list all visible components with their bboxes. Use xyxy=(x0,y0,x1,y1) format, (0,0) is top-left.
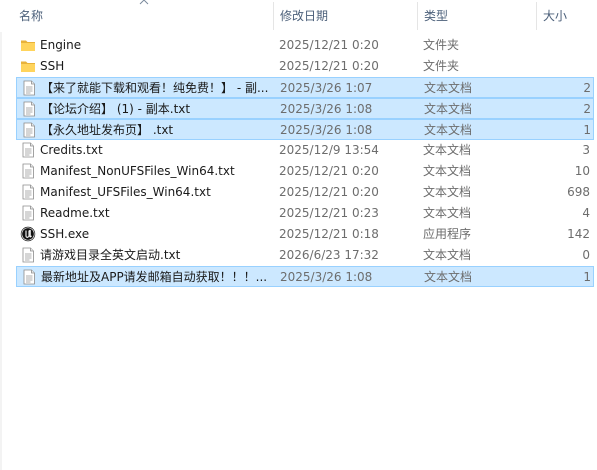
column-header-bar: 名称 修改日期 类型 大小 xyxy=(0,0,597,32)
file-explorer-view: 名称 修改日期 类型 大小 Engine 2025/12/21 0:20 文件夹 SS… xyxy=(0,0,597,470)
column-header-date-modified[interactable]: 修改日期 xyxy=(274,0,417,32)
file-size xyxy=(536,35,590,56)
file-type: 文件夹 xyxy=(423,38,460,52)
file-size: 2 xyxy=(583,81,591,95)
file-name: 最新地址及APP请发邮箱自动获取！！！... xyxy=(41,270,268,284)
file-date-modified: 2025/12/21 0:23 xyxy=(279,206,379,220)
file-date-modified: 2025/12/9 13:54 xyxy=(279,143,379,157)
file-row[interactable]: Manifest_NonUFSFiles_Win64.txt 2025/12/21… xyxy=(16,161,594,182)
file-date-modified: 2025/12/21 0:20 xyxy=(279,59,379,73)
file-name: Engine xyxy=(40,38,82,52)
file-type: 文本文档 xyxy=(423,206,472,220)
file-name: Manifest_NonUFSFiles_Win64.txt xyxy=(40,164,235,178)
file-name: Manifest_UFSFiles_Win64.txt xyxy=(40,185,211,199)
file-date-modified: 2025/3/26 1:07 xyxy=(280,81,373,95)
file-date-modified: 2025/3/26 1:08 xyxy=(280,102,373,116)
file-size: 1 xyxy=(583,123,591,137)
text-file-icon xyxy=(23,80,35,96)
file-date-modified: 2025/12/21 0:18 xyxy=(279,227,379,241)
column-header-name[interactable]: 名称 xyxy=(13,0,273,32)
left-edge xyxy=(0,0,2,470)
file-date-modified: 2025/12/21 0:20 xyxy=(279,38,379,52)
file-date-modified: 2025/12/21 0:20 xyxy=(279,185,379,199)
file-type: 文本文档 xyxy=(423,248,472,262)
file-row[interactable]: 【论坛介绍】 (1) - 副本.txt 2025/3/26 1:08 文本文档 2 xyxy=(16,98,594,119)
text-file-icon xyxy=(22,142,34,158)
file-name: 【论坛介绍】 (1) - 副本.txt xyxy=(41,102,191,116)
file-row[interactable]: Engine 2025/12/21 0:20 文件夹 xyxy=(16,35,594,56)
file-size: 2 xyxy=(583,102,591,116)
file-name: 【永久地址发布页】 .txt xyxy=(41,123,174,137)
folder-icon xyxy=(21,61,35,72)
file-type: 文本文档 xyxy=(424,123,473,137)
file-type: 文本文档 xyxy=(424,102,473,116)
file-date-modified: 2025/12/21 0:20 xyxy=(279,164,379,178)
file-row[interactable]: SSH.exe 2025/12/21 0:18 应用程序 142 xyxy=(16,224,594,245)
file-size: 0 xyxy=(582,248,590,262)
file-row[interactable]: Credits.txt 2025/12/9 13:54 文本文档 3 xyxy=(16,140,594,161)
file-row[interactable]: SSH 2025/12/21 0:20 文件夹 xyxy=(16,56,594,77)
file-size: 698 xyxy=(567,185,590,199)
file-size: 3 xyxy=(582,143,590,157)
file-type: 文本文档 xyxy=(424,81,473,95)
file-name: SSH.exe xyxy=(40,227,90,241)
file-size: 4 xyxy=(582,206,590,220)
file-name: Credits.txt xyxy=(40,143,103,157)
file-row[interactable]: Readme.txt 2025/12/21 0:23 文本文档 4 xyxy=(16,203,594,224)
file-row[interactable]: Manifest_UFSFiles_Win64.txt 2025/12/21 0:… xyxy=(16,182,594,203)
text-file-icon xyxy=(23,101,35,117)
file-type: 文本文档 xyxy=(424,270,473,284)
file-name: 请游戏目录全英文启动.txt xyxy=(40,248,181,262)
column-header-size[interactable]: 大小 xyxy=(537,0,597,32)
file-row[interactable]: 【永久地址发布页】 .txt 2025/3/26 1:08 文本文档 1 xyxy=(16,119,594,140)
text-file-icon xyxy=(22,163,34,179)
file-size: 1 xyxy=(583,270,591,284)
file-size xyxy=(536,56,590,77)
file-row[interactable]: 最新地址及APP请发邮箱自动获取！！！... 2025/3/26 1:08 文本文档… xyxy=(16,266,594,287)
file-type: 文本文档 xyxy=(423,185,472,199)
file-type: 应用程序 xyxy=(423,227,472,241)
file-row[interactable]: 【来了就能下载和观看！纯免费！】 - 副... 2025/3/26 1:07 文本文… xyxy=(16,77,594,98)
file-name: Readme.txt xyxy=(40,206,110,220)
unreal-app-icon xyxy=(20,226,36,242)
column-header-type[interactable]: 类型 xyxy=(418,0,536,32)
text-file-icon xyxy=(22,247,34,263)
file-row[interactable]: 请游戏目录全英文启动.txt 2026/6/23 17:32 文本文档 0 xyxy=(16,245,594,266)
file-size: 142 xyxy=(567,227,590,241)
text-file-icon xyxy=(22,205,34,221)
text-file-icon xyxy=(23,122,35,138)
text-file-icon xyxy=(23,269,35,285)
folder-icon xyxy=(21,40,35,51)
file-date-modified: 2025/3/26 1:08 xyxy=(280,123,373,137)
file-type: 文本文档 xyxy=(423,164,472,178)
file-name: 【来了就能下载和观看！纯免费！】 - 副... xyxy=(41,81,269,95)
file-size: 10 xyxy=(574,164,590,178)
file-date-modified: 2026/6/23 17:32 xyxy=(279,248,379,262)
file-name: SSH xyxy=(40,59,65,73)
text-file-icon xyxy=(22,184,34,200)
file-date-modified: 2025/3/26 1:08 xyxy=(280,270,373,284)
file-type: 文件夹 xyxy=(423,59,460,73)
file-type: 文本文档 xyxy=(423,143,472,157)
